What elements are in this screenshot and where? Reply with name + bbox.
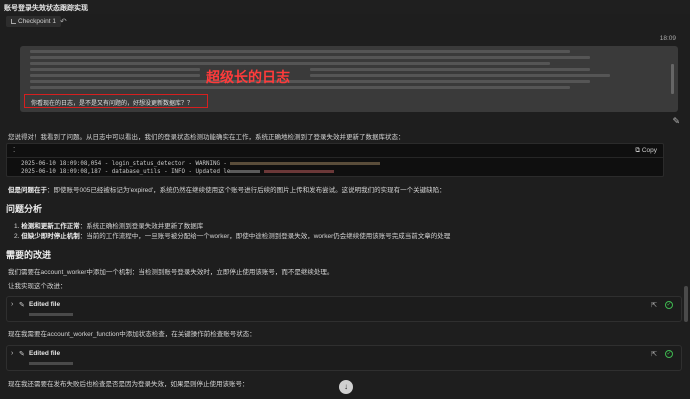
implement-text: 让我实现这个改进： [8, 283, 67, 290]
edit-file-icon: ✎ [19, 351, 25, 358]
chevron-right-icon[interactable]: › [11, 350, 13, 357]
tool-card-title: Edited file [29, 350, 61, 357]
after-second-edit-text: 现在我还需要在发布失败后也检查是否是因为登录失效，如果是则停止使用该账号： [8, 381, 249, 388]
blurred-log-line [30, 56, 590, 59]
improvement-text: 我们需要在account_worker中添加一个机制：当检测到账号登录失效时，立… [8, 269, 334, 276]
user-message: 超级长的日志 你看现在的日志，是不是又有问题的，好想没更新数据库？？ [20, 46, 678, 112]
blurred-log-line [30, 50, 570, 53]
open-file-icon[interactable]: ⇱ [651, 350, 657, 358]
copy-button[interactable]: ⧉ Copy [635, 147, 657, 155]
check-circle-icon: ✓ [665, 350, 673, 358]
item-number: 2. [14, 233, 20, 240]
redacted-text [230, 170, 261, 173]
undo-icon[interactable]: ↶ [60, 17, 67, 26]
page-scrollbar[interactable] [684, 286, 688, 322]
redacted-file-path [29, 313, 73, 316]
message-timestamp: 18:09 [659, 35, 676, 42]
blurred-log-line [30, 62, 550, 65]
blurred-log-line [310, 68, 590, 71]
bookmark-icon [11, 19, 16, 24]
window-title: 账号登录失效状态跟踪实现 [4, 5, 88, 12]
redacted-text [230, 162, 381, 165]
chevron-right-icon[interactable]: › [11, 301, 13, 308]
message-scrollbar[interactable] [671, 64, 674, 94]
blurred-log-line [30, 86, 570, 89]
open-file-icon[interactable]: ⇱ [651, 301, 657, 309]
assistant-intro: 您说得对！我看到了问题。从日志中可以看出，我们的登录状态检测功能确实在工作，系统… [8, 134, 405, 141]
redacted-text [263, 170, 334, 173]
title-bar: 账号登录失效状态跟踪实现 [0, 0, 690, 14]
check-circle-icon: ✓ [665, 301, 673, 309]
item-lead: 检测和更新工作正常 [21, 223, 80, 230]
analysis-item: 1. 检测和更新工作正常：系统正确检测到登录失效并更新了数据库 [14, 220, 203, 230]
blurred-log-line [30, 74, 200, 77]
expand-icon[interactable]: ⁚ [13, 146, 15, 154]
question-highlight: 你看现在的日志，是不是又有问题的，好想没更新数据库？？ [24, 94, 208, 108]
log-overlay-label: 超级长的日志 [206, 70, 290, 86]
after-first-edit-text: 现在我需要在account_worker_function中添加状态检查，在关键… [8, 331, 256, 338]
code-line: 2025-06-10 18:09:08,054 - login_status_d… [21, 161, 381, 167]
improvement-heading: 需要的改进 [6, 250, 52, 260]
edited-file-card[interactable]: › ✎ Edited file ⇱ ✓ [6, 296, 682, 322]
blurred-log-line [30, 68, 200, 71]
tool-card-title: Edited file [29, 301, 61, 308]
item-lead: 但缺少即时停止机制 [21, 233, 80, 240]
redacted-file-path [29, 362, 73, 365]
code-block: ⁚ ⧉ Copy 2025-06-10 18:09:08,054 - login… [6, 143, 664, 177]
code-line-text: 2025-06-10 18:09:08,054 - login_status_d… [21, 161, 231, 167]
scroll-down-button[interactable]: ↓ [339, 380, 353, 394]
copy-label: Copy [641, 147, 657, 154]
user-question: 你看现在的日志，是不是又有问题的，好想没更新数据库？？ [31, 101, 194, 107]
code-line: 2025-06-10 18:09:08,187 - database_utils… [21, 169, 334, 175]
code-toolbar: ⁚ ⧉ Copy [7, 144, 663, 158]
edit-file-icon: ✎ [19, 302, 25, 309]
checkpoint-row: Checkpoint 1 ↶ [0, 14, 690, 28]
item-number: 1. [14, 223, 20, 230]
edited-file-card[interactable]: › ✎ Edited file ⇱ ✓ [6, 345, 682, 371]
problem-text: ：即使账号005已经被标记为'expired'，系统仍然在继续使用这个账号进行后… [47, 187, 446, 194]
problem-lead: 但是问题在于 [8, 187, 47, 194]
code-line-text: 2025-06-10 18:09:08,187 - database_utils… [21, 169, 231, 175]
item-text: ：系统正确检测到登录失效并更新了数据库 [79, 223, 204, 230]
item-text: ：当前的工作流程中，一旦账号被分配给一个worker，即使中途检测到登录失效，w… [79, 233, 451, 240]
checkpoint-label: Checkpoint 1 [18, 18, 56, 25]
analysis-item: 2. 但缺少即时停止机制：当前的工作流程中，一旦账号被分配给一个worker，即… [14, 230, 450, 240]
analysis-heading: 问题分析 [6, 204, 43, 214]
problem-paragraph: 但是问题在于：即使账号005已经被标记为'expired'，系统仍然在继续使用这… [8, 184, 446, 194]
blurred-log-line [310, 74, 610, 77]
edit-icon[interactable]: ✎ [672, 116, 680, 127]
checkpoint-button[interactable]: Checkpoint 1 [6, 16, 61, 27]
blurred-log-line [30, 80, 590, 83]
